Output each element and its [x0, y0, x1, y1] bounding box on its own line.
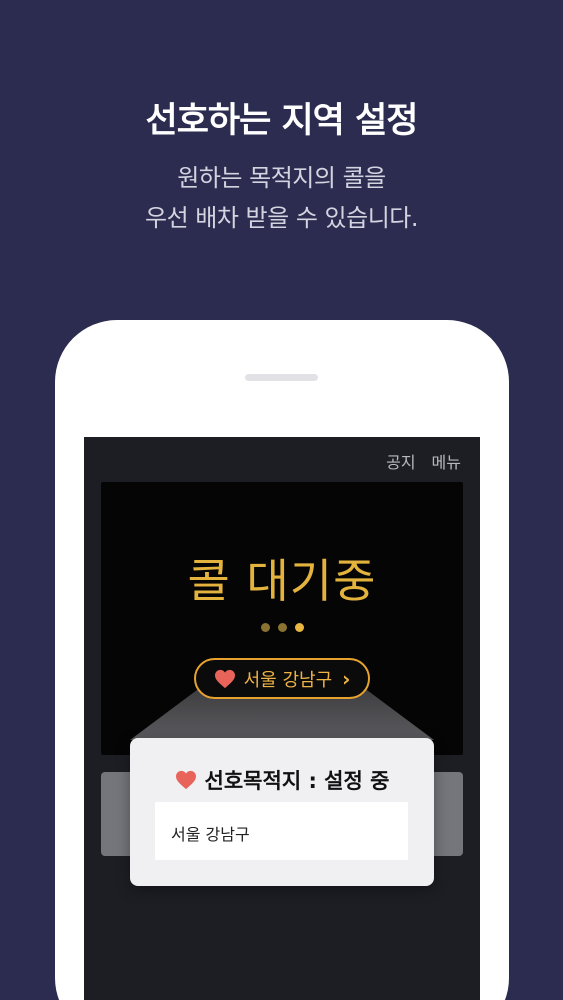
loading-dot [277, 623, 287, 632]
loading-dots [101, 623, 463, 632]
chevron-right-icon: › [342, 666, 351, 691]
loading-dot [260, 623, 270, 632]
region-pill-label: 서울 강남구 [243, 669, 333, 691]
subtitle-line-2: 우선 배차 받을 수 있습니다. [144, 204, 419, 232]
headline: 선호하는 지역 설정 [145, 101, 419, 141]
notice-link[interactable]: 공지 [386, 449, 415, 473]
preferred-destination-value: 서울 강남구 [155, 802, 408, 860]
heart-icon [214, 669, 235, 688]
heart-icon [175, 770, 196, 790]
preferred-destination-title: 선호목적지 : 설정 중 [130, 765, 434, 795]
call-waiting-status: 콜 대기중 [187, 554, 377, 608]
region-pill-button[interactable]: 서울 강남구 › [194, 658, 370, 699]
loading-dot [294, 623, 304, 632]
top-nav: 공지 메뉴 [386, 449, 461, 473]
preferred-destination-title-text: 선호목적지 : 설정 중 [204, 769, 390, 793]
menu-link[interactable]: 메뉴 [432, 449, 461, 473]
subtitle-line-1: 원하는 목적지의 콜을 [177, 164, 386, 192]
phone-speaker [245, 374, 318, 381]
